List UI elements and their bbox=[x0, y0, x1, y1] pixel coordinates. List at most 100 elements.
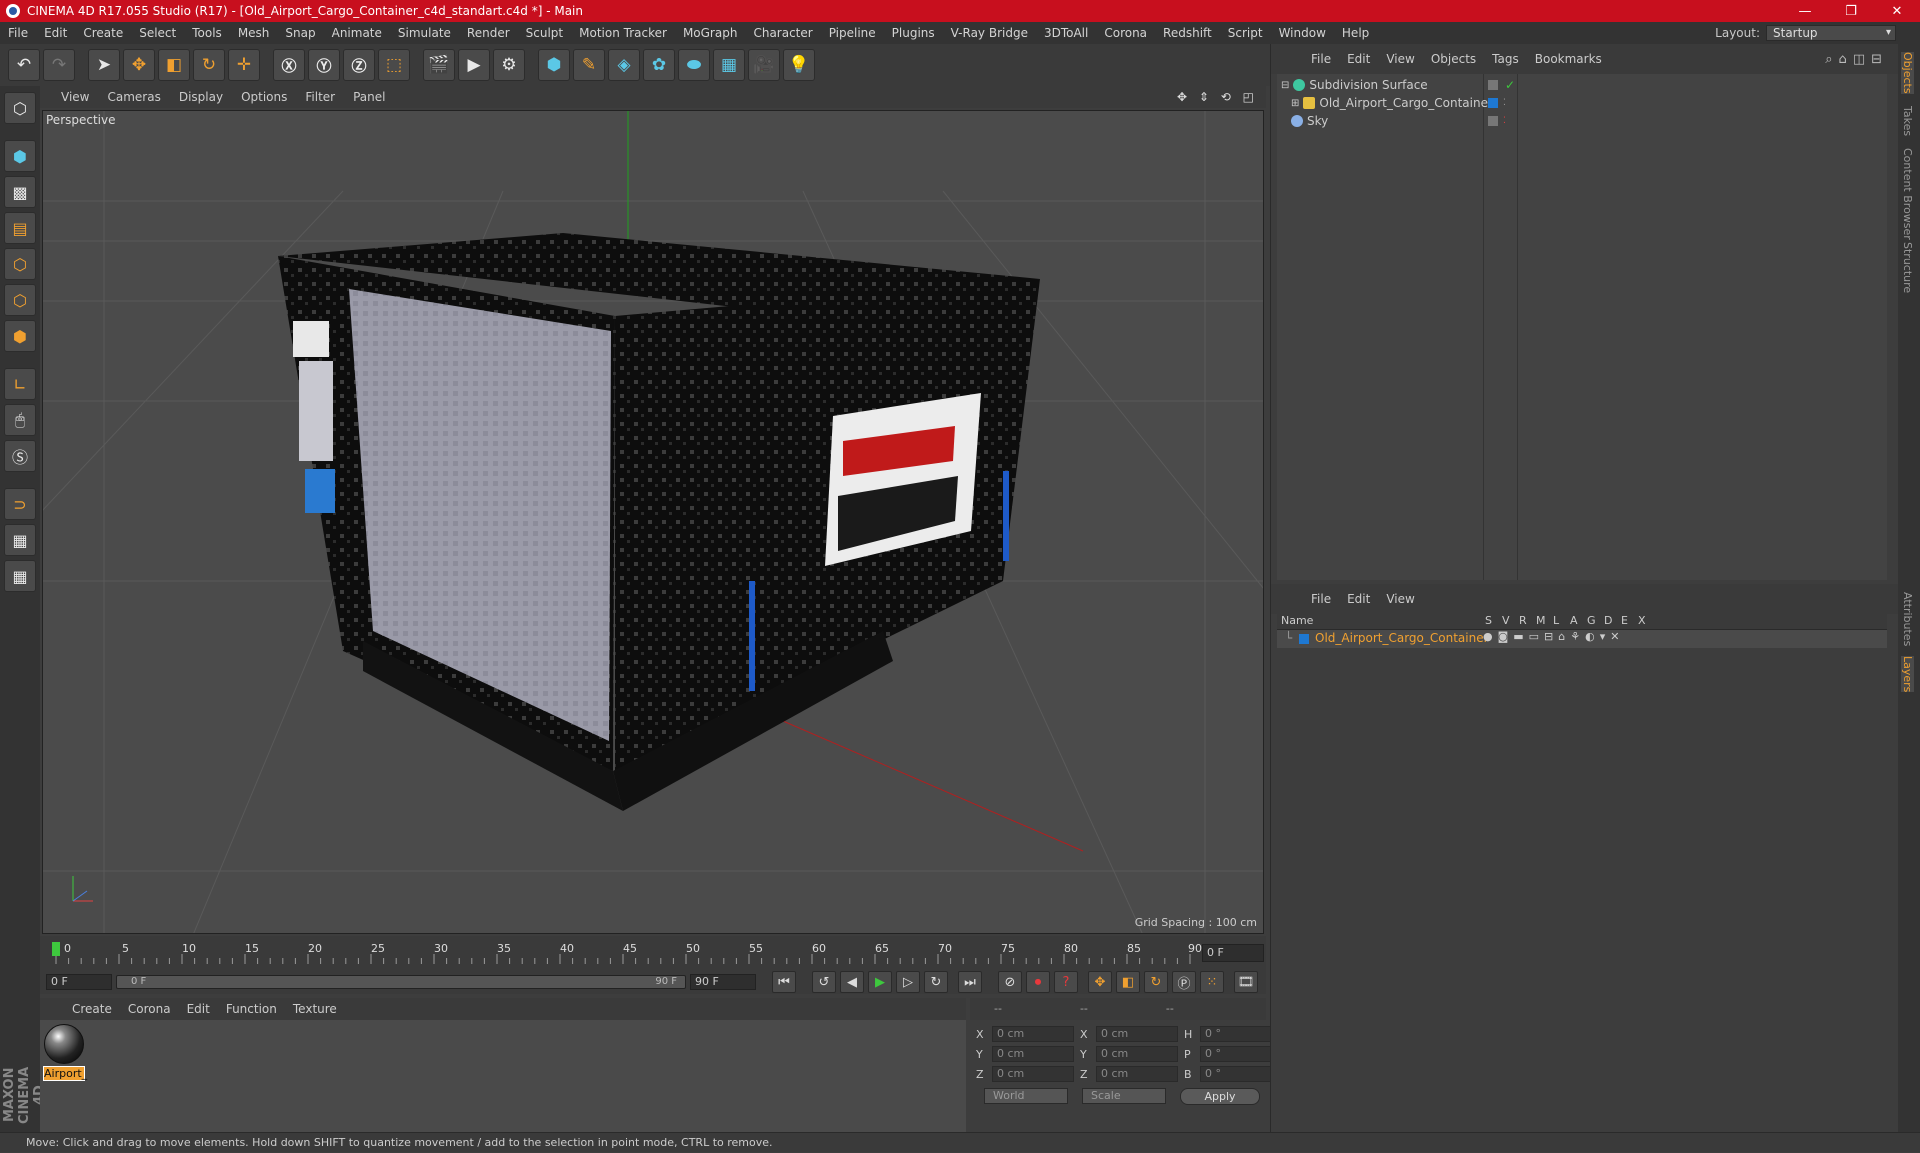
play-icon[interactable]: ▶ bbox=[868, 971, 892, 993]
obj-menu-file[interactable]: File bbox=[1303, 52, 1339, 66]
go-to-end-icon[interactable]: ⏭ bbox=[958, 971, 982, 993]
menu-edit[interactable]: Edit bbox=[36, 26, 75, 40]
mat-menu-create[interactable]: Create bbox=[64, 1002, 120, 1016]
position-x-field[interactable]: 0 cm bbox=[992, 1026, 1074, 1042]
menu-snap[interactable]: Snap bbox=[277, 26, 323, 40]
menu-help[interactable]: Help bbox=[1334, 26, 1377, 40]
col-animation[interactable]: A bbox=[1570, 614, 1578, 627]
autokey-icon[interactable]: ⏺ bbox=[1026, 971, 1050, 993]
next-frame-icon[interactable]: ▷ bbox=[896, 971, 920, 993]
menu-tools[interactable]: Tools bbox=[184, 26, 230, 40]
obj-menu-view[interactable]: View bbox=[1378, 52, 1422, 66]
object-row-sky[interactable]: Sky ⁚ bbox=[1277, 112, 1887, 130]
col-xref[interactable]: X bbox=[1638, 614, 1646, 627]
menu-animate[interactable]: Animate bbox=[324, 26, 390, 40]
record-keys-icon[interactable]: ⊘ bbox=[998, 971, 1022, 993]
obj-menu-edit[interactable]: Edit bbox=[1339, 52, 1378, 66]
render-picture-viewer-icon[interactable]: ▶ bbox=[458, 49, 490, 81]
obj-menu-objects[interactable]: Objects bbox=[1423, 52, 1484, 66]
mat-menu-edit[interactable]: Edit bbox=[179, 1002, 218, 1016]
floor-scene-icon[interactable]: ▦ bbox=[713, 49, 745, 81]
menu-redshift[interactable]: Redshift bbox=[1155, 26, 1220, 40]
playhead[interactable] bbox=[52, 942, 60, 956]
object-tree[interactable]: ⊟ Subdivision Surface ✓ ⊞ Old_Airport_Ca… bbox=[1277, 74, 1887, 580]
tab-layers[interactable]: Layers bbox=[1901, 656, 1914, 693]
size-x-field[interactable]: 0 cm bbox=[1096, 1026, 1178, 1042]
grid-workplane-icon[interactable]: ▦ bbox=[4, 560, 36, 592]
scale-tool-icon[interactable]: ◧ bbox=[158, 49, 190, 81]
previous-key-icon[interactable]: ↺ bbox=[812, 971, 836, 993]
col-name[interactable]: Name bbox=[1281, 614, 1313, 627]
y-axis-lock-icon[interactable]: Ⓨ bbox=[308, 49, 340, 81]
subdivision-surface-icon[interactable]: ◈ bbox=[608, 49, 640, 81]
rotate-tool-icon[interactable]: ↻ bbox=[193, 49, 225, 81]
col-generators[interactable]: G bbox=[1587, 614, 1596, 627]
rotation-p-field[interactable]: 0 ° bbox=[1200, 1046, 1276, 1062]
tab-structure[interactable]: Structure bbox=[1901, 242, 1914, 293]
object-row-cargo-container[interactable]: ⊞ Old_Airport_Cargo_Container ⁚ bbox=[1277, 94, 1887, 112]
layer-menu-edit[interactable]: Edit bbox=[1339, 592, 1378, 606]
keyframe-selection-icon[interactable]: ? bbox=[1054, 971, 1078, 993]
mograph-cloner-icon[interactable]: ✿ bbox=[643, 49, 675, 81]
tab-takes[interactable]: Takes bbox=[1901, 106, 1914, 136]
polygons-mode-icon[interactable]: ⬢ bbox=[4, 320, 36, 352]
move-tool-icon[interactable]: ✥ bbox=[123, 49, 155, 81]
mat-menu-function[interactable]: Function bbox=[218, 1002, 285, 1016]
render-settings-icon[interactable]: ⚙ bbox=[493, 49, 525, 81]
col-manager[interactable]: M bbox=[1536, 614, 1546, 627]
undo-icon[interactable]: ↶ bbox=[8, 49, 40, 81]
viewport-menu-display[interactable]: Display bbox=[170, 90, 232, 104]
position-y-field[interactable]: 0 cm bbox=[992, 1046, 1074, 1062]
menu-mesh[interactable]: Mesh bbox=[230, 26, 278, 40]
expand-icon[interactable]: ⊞ bbox=[1291, 98, 1299, 109]
layer-color-icon[interactable] bbox=[1488, 98, 1498, 108]
position-key-icon[interactable]: ✥ bbox=[1088, 971, 1112, 993]
size-y-field[interactable]: 0 cm bbox=[1096, 1046, 1178, 1062]
material-item[interactable]: Airport_ bbox=[43, 1024, 87, 1081]
viewport-menu-cameras[interactable]: Cameras bbox=[98, 90, 169, 104]
tweak-mode-icon[interactable]: 🖱 bbox=[4, 404, 36, 436]
layer-tag-icon[interactable] bbox=[1488, 80, 1498, 90]
enabled-check-icon[interactable]: ✓ bbox=[1505, 78, 1515, 92]
tab-content-browser[interactable]: Content Browser bbox=[1901, 148, 1914, 240]
minimize-button[interactable]: — bbox=[1782, 4, 1828, 19]
timeline[interactable]: 0 5 10 15 20 25 30 35 40 45 50 55 60 65 … bbox=[40, 936, 1266, 970]
model-mode-icon[interactable]: ⬢ bbox=[4, 140, 36, 172]
menu-simulate[interactable]: Simulate bbox=[390, 26, 459, 40]
viewport-menu-panel[interactable]: Panel bbox=[344, 90, 394, 104]
cube-primitive-icon[interactable]: ⬢ bbox=[538, 49, 570, 81]
menu-create[interactable]: Create bbox=[75, 26, 131, 40]
tab-objects[interactable]: Objects bbox=[1901, 52, 1914, 94]
lock-workplane-icon[interactable]: ▦ bbox=[4, 524, 36, 556]
timeline-ruler[interactable]: 0 5 10 15 20 25 30 35 40 45 50 55 60 65 … bbox=[50, 936, 1202, 970]
points-mode-icon[interactable]: ⬡ bbox=[4, 248, 36, 280]
layer-flag-icons[interactable]: ●◙▬▭⊟⌂⚘◐▾✕ bbox=[1483, 630, 1624, 643]
apply-button[interactable]: Apply bbox=[1180, 1088, 1260, 1105]
layer-menu-file[interactable]: File bbox=[1303, 592, 1339, 606]
object-manager-tool-icons[interactable]: ⌕⌂◫⊟ bbox=[1825, 52, 1898, 67]
deformer-icon[interactable]: ⬬ bbox=[678, 49, 710, 81]
position-z-field[interactable]: 0 cm bbox=[992, 1066, 1074, 1082]
menu-render[interactable]: Render bbox=[459, 26, 518, 40]
maximize-button[interactable]: ❐ bbox=[1828, 4, 1874, 19]
menu-window[interactable]: Window bbox=[1271, 26, 1334, 40]
recent-tool-icon[interactable]: ✛ bbox=[228, 49, 260, 81]
snap-icon[interactable]: Ⓢ bbox=[4, 440, 36, 472]
axis-mode-icon[interactable]: ∟ bbox=[4, 368, 36, 400]
layer-color-icon[interactable] bbox=[1299, 634, 1309, 644]
menu-3dtoall[interactable]: 3DToAll bbox=[1036, 26, 1096, 40]
viewport-nav-icons[interactable]: ✥ ⇕ ⟲ ◰ bbox=[1177, 90, 1266, 104]
layer-row[interactable]: └ Old_Airport_Cargo_Container ●◙▬▭⊟⌂⚘◐▾✕ bbox=[1277, 630, 1887, 648]
rotation-key-icon[interactable]: ↻ bbox=[1144, 971, 1168, 993]
menu-select[interactable]: Select bbox=[131, 26, 184, 40]
next-key-icon[interactable]: ↻ bbox=[924, 971, 948, 993]
layout-select[interactable]: Startup bbox=[1766, 25, 1896, 41]
col-render[interactable]: R bbox=[1519, 614, 1527, 627]
rotation-b-field[interactable]: 0 ° bbox=[1200, 1066, 1276, 1082]
light-icon[interactable]: 💡 bbox=[783, 49, 815, 81]
menu-motion-tracker[interactable]: Motion Tracker bbox=[571, 26, 675, 40]
current-frame-field[interactable]: 0 F bbox=[1202, 944, 1264, 962]
z-axis-lock-icon[interactable]: Ⓩ bbox=[343, 49, 375, 81]
size-mode-dropdown[interactable]: Scale bbox=[1082, 1088, 1166, 1104]
object-row-subdivision-surface[interactable]: ⊟ Subdivision Surface ✓ bbox=[1277, 76, 1887, 94]
